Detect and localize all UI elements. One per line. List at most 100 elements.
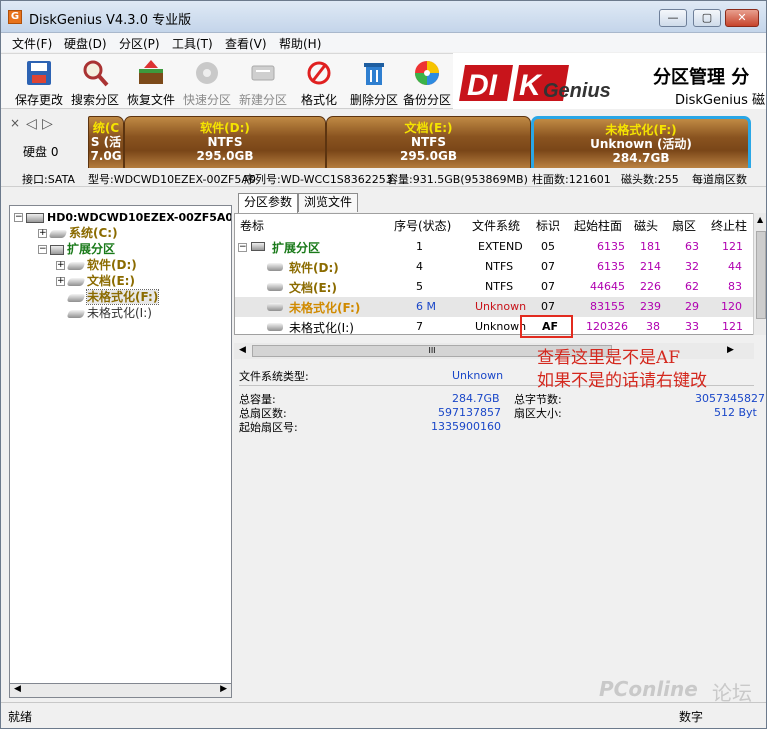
partition-c-segment[interactable]: 统(C S (活 7.0G	[88, 116, 124, 168]
row-fs: Unknown	[475, 320, 527, 333]
partition-d-segment[interactable]: 软件(D:) NTFS 295.0GB	[124, 116, 326, 168]
tree-disk-node[interactable]: − HD0:WDCWD10EZEX-00ZF5A0 (9	[14, 209, 232, 225]
collapse-icon[interactable]: −	[238, 243, 247, 252]
collapse-icon[interactable]: −	[14, 213, 23, 222]
tab-partition-params[interactable]: 分区参数	[238, 193, 299, 213]
col-head[interactable]: 磁头	[634, 217, 658, 234]
row-fs: NTFS	[485, 280, 514, 293]
menu-partition[interactable]: 分区(P)	[119, 35, 160, 52]
next-disk-icon[interactable]: ▷	[42, 116, 53, 132]
row-cyl: 44645	[590, 280, 625, 293]
table-row-selected[interactable]: 未格式化(F:) 6 M Unknown 07 83155 239 29 120	[235, 297, 753, 317]
row-id: 07	[541, 300, 555, 313]
scroll-left-icon[interactable]: ◀	[14, 684, 21, 694]
menu-help[interactable]: 帮助(H)	[279, 35, 321, 52]
table-row[interactable]: 文档(E:) 5 NTFS 07 44645 226 62 83	[235, 277, 753, 297]
col-volume[interactable]: 卷标	[240, 217, 264, 234]
partition-e-segment[interactable]: 文档(E:) NTFS 295.0GB	[326, 116, 531, 168]
watermark: PConline	[599, 677, 698, 701]
row-cyl: 6135	[597, 260, 625, 273]
sector-size-label: 扇区大小:	[514, 407, 562, 420]
expand-icon[interactable]: +	[56, 277, 65, 286]
menu-tools[interactable]: 工具(T)	[172, 35, 213, 52]
expand-icon[interactable]: +	[56, 261, 65, 270]
partition-e-name: 文档(E:)	[404, 121, 453, 135]
partition-icon	[48, 229, 68, 238]
collapse-icon[interactable]: −	[38, 245, 47, 254]
quick-partition-icon	[196, 62, 218, 84]
annotation-line-1: 查看这里是不是AF	[537, 348, 681, 368]
row-sec: 63	[685, 240, 699, 253]
partition-e-size: 295.0GB	[400, 149, 457, 163]
info-serial: 序列号:WD-WCC1S8362253	[244, 173, 393, 186]
partition-f-segment[interactable]: 未格式化(F:) Unknown (活动) 284.7GB	[531, 116, 751, 168]
scroll-right-icon[interactable]: ▶	[220, 684, 227, 694]
disk-map-bar: × ◁ ▷ 硬盘 0 统(C S (活 7.0G 软件(D:) NTFS 295…	[1, 110, 766, 168]
menu-file[interactable]: 文件(F)	[12, 35, 52, 52]
menu-disk[interactable]: 硬盘(D)	[64, 35, 107, 52]
info-interface: 接口:SATA	[22, 173, 75, 186]
prev-disk-icon[interactable]: ◁	[26, 116, 37, 132]
col-id[interactable]: 标识	[536, 217, 560, 234]
status-bar: 就绪 数字	[1, 702, 766, 728]
table-vscroll[interactable]: ▲	[753, 213, 766, 335]
partition-f-size: 284.7GB	[612, 151, 670, 165]
disk-info-bar: 接口:SATA 型号:WDCWD10EZEX-00ZF5A0 序列号:WD-WC…	[1, 168, 766, 187]
partition-table: 卷标 序号(状态) 文件系统 标识 起始柱面 磁头 扇区 终止柱 − 扩展分区 …	[234, 213, 754, 335]
tree-hscroll[interactable]: ◀ ▶	[9, 683, 232, 698]
row-id: 07	[541, 260, 555, 273]
table-row[interactable]: 软件(D:) 4 NTFS 07 6135 214 32 44	[235, 257, 753, 277]
col-filesystem[interactable]: 文件系统	[472, 217, 520, 234]
brand-subtitle: DiskGenius 磁	[675, 93, 765, 108]
id-highlight-box	[520, 315, 573, 338]
app-window: G DiskGenius V4.3.0 专业版 — ▢ ✕ 文件(F) 硬盘(D…	[0, 0, 767, 729]
row-name: 扩展分区	[272, 241, 321, 255]
tree-disk-label: HD0:WDCWD10EZEX-00ZF5A0 (9	[47, 211, 232, 224]
extended-partition-icon	[251, 242, 265, 251]
col-seq[interactable]: 序号(状态)	[394, 217, 451, 234]
tree-item-extended[interactable]: − 扩展分区	[38, 241, 115, 257]
scroll-thumb[interactable]	[756, 231, 766, 319]
tree-item-system[interactable]: + 系统(C:)	[38, 225, 118, 241]
scroll-up-icon[interactable]: ▲	[757, 215, 763, 224]
scroll-left-icon[interactable]: ◀	[239, 345, 246, 355]
row-sec: 33	[685, 320, 699, 333]
row-seq: 4	[416, 260, 423, 273]
logo-genius: Genius	[543, 80, 611, 102]
menu-view[interactable]: 查看(V)	[225, 35, 267, 52]
col-end-cyl[interactable]: 终止柱	[711, 217, 747, 234]
tree-item-unformatted-i[interactable]: 未格式化(I:)	[66, 305, 152, 321]
col-start-cyl[interactable]: 起始柱面	[574, 217, 622, 234]
minimize-button[interactable]: —	[659, 9, 687, 27]
logo-k: K	[519, 69, 543, 102]
disk-cylinder: 统(C S (活 7.0G 软件(D:) NTFS 295.0GB 文档(E:)…	[88, 110, 751, 168]
partition-icon	[66, 293, 86, 302]
tree-item-software[interactable]: + 软件(D:)	[56, 257, 137, 273]
close-button[interactable]: ✕	[725, 9, 759, 27]
partition-e-fs: NTFS	[410, 135, 447, 149]
tree-item-documents[interactable]: + 文档(E:)	[56, 273, 135, 289]
partition-c-size: 7.0G	[90, 149, 122, 163]
partition-icon	[66, 277, 86, 286]
tree-item-label: 扩展分区	[67, 242, 116, 256]
table-row[interactable]: − 扩展分区 1 EXTEND 05 6135 181 63 121	[235, 237, 753, 257]
backup-partition-button[interactable]: 备份分区	[398, 56, 456, 108]
expand-icon[interactable]: +	[38, 229, 47, 238]
tab-browse-files[interactable]: 浏览文件	[298, 193, 359, 212]
format-icon	[307, 61, 331, 85]
maximize-button[interactable]: ▢	[693, 9, 721, 27]
partition-d-name: 软件(D:)	[200, 121, 250, 135]
partition-f-fs: Unknown (活动)	[590, 137, 692, 151]
scroll-right-icon[interactable]: ▶	[727, 345, 734, 355]
row-head: 181	[640, 240, 661, 253]
col-sector[interactable]: 扇区	[672, 217, 696, 234]
table-row[interactable]: 未格式化(I:) 7 Unknown AF 120326 38 33 121	[235, 317, 753, 334]
close-map-icon[interactable]: ×	[10, 116, 20, 130]
tree-item-unformatted-f[interactable]: 未格式化(F:)	[66, 289, 160, 305]
recover-icon	[139, 60, 163, 84]
fs-type-label: 文件系统类型:	[239, 370, 309, 383]
row-end: 121	[722, 240, 743, 253]
disk-icon	[26, 212, 44, 223]
row-end: 83	[728, 280, 742, 293]
search-icon	[83, 60, 109, 87]
